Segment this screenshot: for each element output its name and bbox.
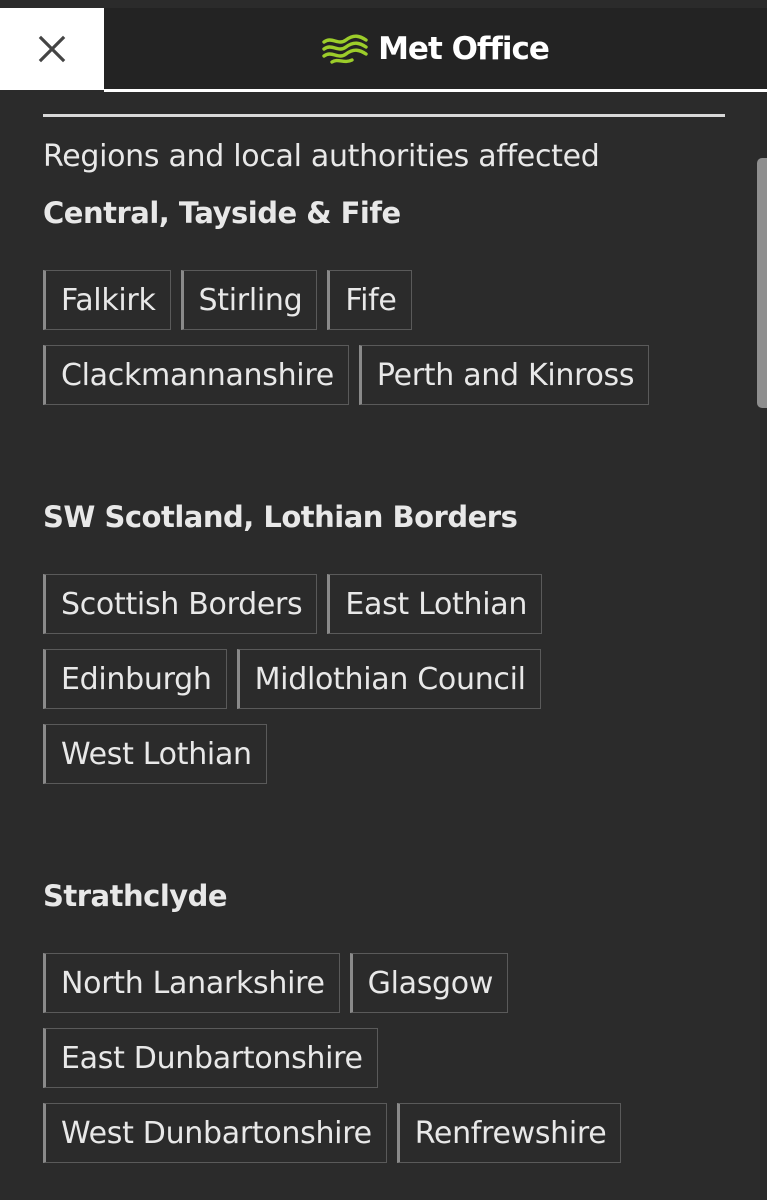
- close-icon: [38, 35, 66, 63]
- region-title: Central, Tayside & Fife: [43, 196, 401, 230]
- region-title: Strathclyde: [43, 879, 228, 913]
- region-title: SW Scotland, Lothian Borders: [43, 500, 518, 534]
- area-list: Scottish Borders East Lothian Edinburgh …: [43, 574, 725, 784]
- region-central-tayside-fife: Central, Tayside & Fife Falkirk Stirling…: [43, 196, 725, 405]
- area-chip[interactable]: Edinburgh: [43, 649, 227, 709]
- area-chip[interactable]: West Dunbartonshire: [43, 1103, 387, 1163]
- area-chip[interactable]: Glasgow: [349, 953, 509, 1013]
- area-chip[interactable]: Perth and Kinross: [358, 345, 650, 405]
- area-chip[interactable]: Falkirk: [43, 270, 171, 330]
- area-chip[interactable]: North Lanarkshire: [43, 953, 340, 1013]
- area-chip[interactable]: Renfrewshire: [396, 1103, 622, 1163]
- affected-areas-panel: Regions and local authorities affected C…: [43, 114, 725, 1163]
- section-label: Regions and local authorities affected: [43, 139, 600, 174]
- area-chip[interactable]: Scottish Borders: [43, 574, 318, 634]
- area-list: North Lanarkshire Glasgow East Dunbarton…: [43, 953, 725, 1163]
- area-chip[interactable]: Clackmannanshire: [43, 345, 349, 405]
- section-divider: [43, 114, 725, 117]
- area-chip[interactable]: West Lothian: [43, 724, 267, 784]
- area-list: Falkirk Stirling Fife Clackmannanshire P…: [43, 270, 725, 405]
- brand-name: Met Office: [378, 31, 550, 67]
- area-chip[interactable]: Stirling: [180, 270, 318, 330]
- area-chip[interactable]: East Lothian: [327, 574, 543, 634]
- scrollbar-thumb[interactable]: [757, 158, 767, 408]
- area-chip[interactable]: East Dunbartonshire: [43, 1028, 378, 1088]
- header-underline: [104, 89, 767, 92]
- region-strathclyde: Strathclyde North Lanarkshire Glasgow Ea…: [43, 879, 725, 1163]
- brand-logo[interactable]: Met Office: [104, 8, 767, 90]
- close-button[interactable]: [0, 8, 104, 90]
- region-sw-scotland-lothian-borders: SW Scotland, Lothian Borders Scottish Bo…: [43, 500, 725, 784]
- met-office-wave-logo-icon: [322, 34, 368, 64]
- area-chip[interactable]: Midlothian Council: [236, 649, 541, 709]
- area-chip[interactable]: Fife: [327, 270, 412, 330]
- top-bar: Met Office: [0, 0, 767, 92]
